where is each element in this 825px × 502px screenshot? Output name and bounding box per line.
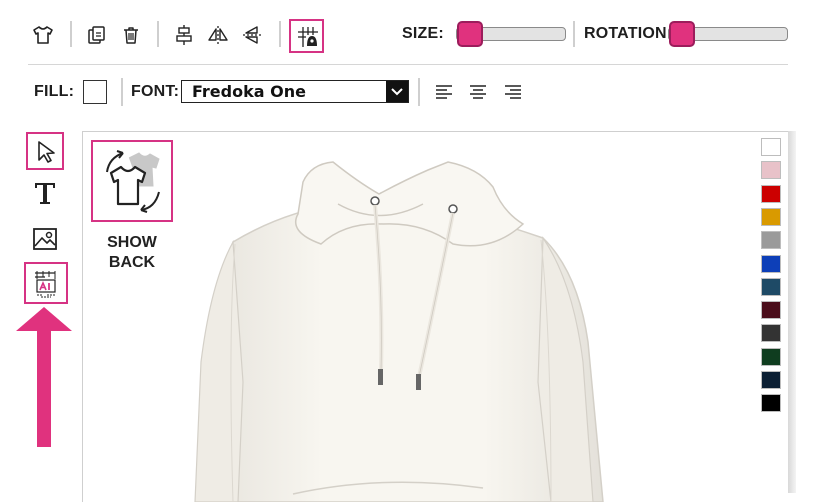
chevron-down-icon[interactable] [386, 81, 408, 102]
show-back-button[interactable] [91, 140, 173, 222]
align-center-vertical-icon[interactable] [171, 22, 197, 48]
color-swatch[interactable] [761, 394, 781, 413]
flip-horizontal-icon[interactable] [205, 22, 231, 48]
fill-label: FILL: [34, 83, 75, 100]
show-back-label: SHOW BACK [107, 234, 157, 271]
font-label: FONT: [131, 83, 180, 100]
fill-color-picker[interactable] [83, 80, 107, 104]
toolbar-divider [121, 78, 123, 106]
align-right-icon[interactable] [500, 79, 526, 105]
image-tool-icon[interactable] [32, 226, 58, 257]
arrow-up-icon [14, 305, 74, 455]
toolbar-divider [70, 21, 72, 47]
grid-icon [298, 27, 318, 47]
duplicate-icon[interactable] [84, 22, 110, 48]
rotation-slider-handle[interactable] [669, 21, 695, 47]
color-swatch[interactable] [761, 138, 781, 156]
color-swatch[interactable] [761, 231, 781, 250]
color-swatch[interactable] [761, 184, 781, 203]
ai-tool-button[interactable] [24, 262, 68, 304]
cursor-arrow-icon [38, 141, 55, 163]
ai-icon [35, 271, 56, 298]
toolbar-divider [157, 21, 159, 47]
design-canvas[interactable] [82, 131, 793, 502]
color-swatch[interactable] [761, 301, 781, 320]
color-swatch[interactable] [761, 277, 781, 296]
tshirt-icon[interactable] [30, 22, 56, 48]
toolbar-separator [28, 64, 788, 65]
hoodie-mockup [194, 161, 604, 502]
color-swatch[interactable] [761, 254, 781, 273]
color-swatch[interactable] [761, 371, 781, 389]
color-swatch[interactable] [761, 324, 781, 343]
rotation-label: ROTATION: [584, 25, 673, 42]
toolbar-divider [418, 78, 420, 106]
grid-toggle-button[interactable] [289, 19, 324, 53]
font-select-value: Fredoka One [192, 82, 306, 101]
size-label: SIZE: [402, 25, 444, 42]
align-center-icon[interactable] [465, 79, 491, 105]
flip-vertical-icon[interactable] [240, 22, 266, 48]
font-select[interactable]: Fredoka One [181, 80, 409, 103]
rotation-slider[interactable] [668, 21, 788, 47]
trash-icon[interactable] [118, 22, 144, 48]
select-tool-button[interactable] [26, 132, 64, 170]
size-slider[interactable] [456, 21, 566, 47]
size-slider-handle[interactable] [457, 21, 483, 47]
color-swatch[interactable] [761, 161, 781, 180]
canvas-edge-shadow [788, 131, 796, 493]
align-left-icon[interactable] [431, 79, 457, 105]
color-swatch[interactable] [761, 207, 781, 226]
swap-shirt-icon [106, 150, 160, 213]
color-swatch[interactable] [761, 347, 781, 366]
toolbar-divider [279, 21, 281, 47]
top-toolbar: SIZE: ROTATION: [0, 0, 825, 70]
text-tool-icon[interactable] [32, 180, 58, 211]
toolbar-divider [573, 21, 575, 47]
